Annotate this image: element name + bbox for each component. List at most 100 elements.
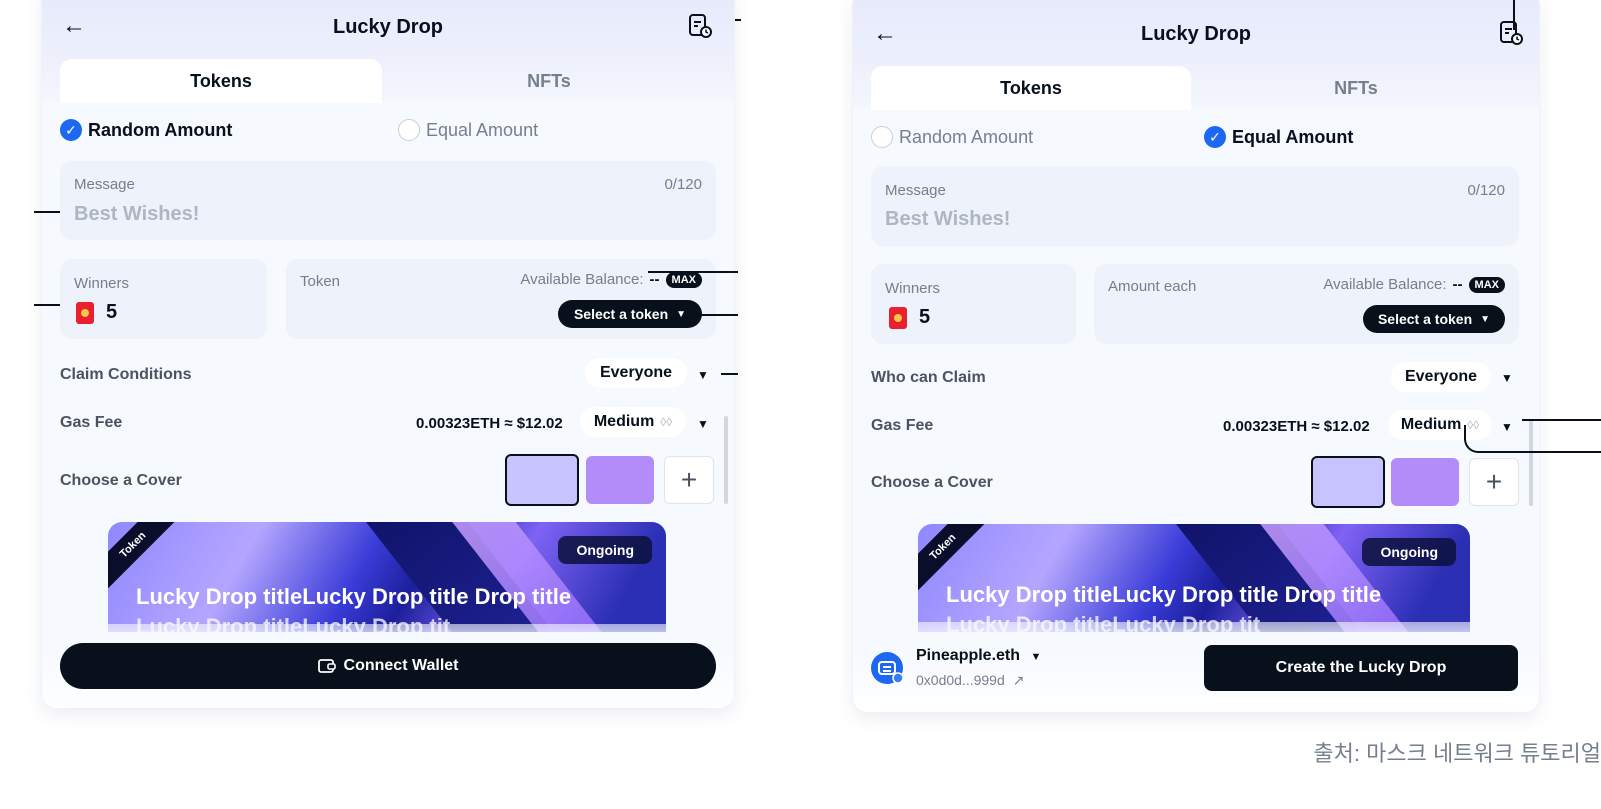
option-label: Random Amount [899, 126, 1034, 147]
cover-option-lavender[interactable] [1311, 456, 1385, 508]
winners-count: 5 [919, 306, 931, 328]
caret-down-icon[interactable]: ▼ [1501, 420, 1513, 434]
cover-option-purple[interactable] [1391, 458, 1459, 506]
annotation-line [1478, 451, 1601, 453]
gas-fee-label: Gas Fee [60, 414, 123, 431]
gas-speed-value: Medium [1400, 416, 1462, 433]
winners-value: 5 [889, 306, 930, 329]
footer-bar: Connect Wallet [42, 624, 734, 708]
select-token-button[interactable]: Select a token ▼ [558, 300, 702, 328]
who-can-claim-select[interactable]: Everyone [1391, 362, 1491, 392]
red-packet-icon [889, 306, 907, 329]
tab-nfts[interactable]: NFTs [1191, 66, 1521, 110]
max-button[interactable]: MAX [665, 271, 702, 288]
message-field[interactable]: Message 0/120 Best Wishes! [60, 161, 716, 240]
winners-field[interactable]: Winners 5 [60, 259, 267, 339]
option-label: Equal Amount [426, 119, 539, 140]
balance-label: Available Balance: [1323, 276, 1447, 293]
amount-each-field[interactable]: Amount each Available Balance: -- MAX Se… [1094, 264, 1519, 344]
scrollbar-thumb[interactable] [724, 416, 728, 504]
footer-bar: Pineapple.eth ▼ 0x0d0d...999d ↗ Create t… [853, 622, 1539, 712]
winners-field[interactable]: Winners 5 [871, 264, 1076, 344]
balance-value: -- [649, 271, 660, 288]
create-lucky-drop-button[interactable]: Create the Lucky Drop [1204, 645, 1518, 691]
account-address-label: 0x0d0d...999d [916, 672, 1005, 688]
message-counter: 0/120 [664, 176, 702, 193]
gas-speed-value: Medium [593, 413, 655, 430]
who-can-claim-label: Who can Claim [871, 369, 986, 386]
gas-fee-value: 0.00323ETH ≈ $12.02 [1223, 418, 1370, 435]
annotation-line [34, 304, 60, 306]
balance-label: Available Balance: [520, 271, 644, 288]
external-link-icon[interactable]: ↗ [1013, 672, 1025, 688]
select-token-label: Select a token [1377, 311, 1473, 327]
gas-fee-label: Gas Fee [871, 417, 934, 434]
amount-each-label: Amount each [1108, 278, 1197, 295]
cover-option-purple[interactable] [586, 456, 654, 504]
select-token-button[interactable]: Select a token ▼ [1363, 305, 1505, 333]
source-caption: 출처: 마스크 네트워크 튜토리얼 [1313, 741, 1601, 766]
annotation-line [1522, 419, 1601, 421]
red-packet-icon [76, 301, 94, 324]
page-title: Lucky Drop [1140, 23, 1252, 45]
message-placeholder: Best Wishes! [74, 203, 200, 225]
radio-circle-icon [871, 126, 893, 148]
page-title: Lucky Drop [332, 16, 444, 38]
winners-value: 5 [76, 301, 117, 324]
winners-label: Winners [74, 275, 130, 292]
select-token-label: Select a token [573, 306, 669, 322]
account-name[interactable]: Pineapple.eth ▼ [916, 647, 1041, 665]
cover-preview-card: Token Ongoing Lucky Drop titleLucky Drop… [918, 524, 1470, 632]
available-balance: Available Balance: -- MAX [520, 271, 702, 288]
option-label: Random Amount [88, 119, 233, 140]
option-random-amount[interactable]: ✓ Random Amount [60, 118, 232, 142]
winners-count: 5 [106, 301, 118, 323]
avatar[interactable] [871, 652, 904, 684]
caret-down-icon[interactable]: ▼ [1501, 371, 1513, 385]
choose-cover-label: Choose a Cover [60, 472, 182, 489]
connect-wallet-button[interactable]: Connect Wallet [60, 643, 716, 689]
claim-conditions-label: Claim Conditions [60, 366, 192, 383]
message-label: Message [74, 176, 135, 193]
account-avatar-icon [878, 661, 904, 684]
history-document-icon[interactable] [1498, 20, 1524, 46]
lucky-drop-panel-right: ← Lucky Drop Tokens NFTs Random Amount ✓… [853, 0, 1539, 712]
token-badge: Token [108, 522, 182, 594]
message-label: Message [885, 182, 946, 199]
annotation-line [721, 373, 738, 375]
annotation-curve [1464, 425, 1484, 453]
claim-conditions-value: Everyone [599, 364, 673, 381]
gas-speed-select[interactable]: Medium ◊◊ [580, 407, 686, 437]
balance-value: -- [1452, 276, 1463, 293]
add-cover-button[interactable]: + [664, 456, 714, 504]
tab-tokens[interactable]: Tokens [871, 66, 1191, 110]
claim-conditions-select[interactable]: Everyone [585, 358, 687, 388]
option-equal-amount[interactable]: ✓ Equal Amount [1204, 125, 1353, 149]
cover-preview-card: Token Ongoing Lucky Drop titleLucky Drop… [108, 522, 666, 632]
account-name-label: Pineapple.eth [916, 647, 1021, 664]
status-badge: Ongoing [1362, 538, 1456, 566]
who-can-claim-value: Everyone [1404, 368, 1478, 385]
stage: ← Lucky Drop Tokens NFTs ✓ Random Amount… [0, 0, 1601, 809]
option-random-amount[interactable]: Random Amount [871, 125, 1033, 149]
available-balance: Available Balance: -- MAX [1323, 276, 1505, 293]
message-placeholder: Best Wishes! [885, 208, 1011, 230]
caret-down-icon: ▼ [1480, 313, 1491, 325]
cover-option-lavender[interactable] [505, 454, 579, 506]
message-field[interactable]: Message 0/120 Best Wishes! [871, 166, 1519, 246]
option-equal-amount[interactable]: Equal Amount [398, 118, 538, 142]
check-circle-icon: ✓ [1204, 126, 1226, 148]
caret-down-icon[interactable]: ▼ [697, 417, 709, 431]
history-document-icon[interactable] [687, 13, 713, 39]
add-cover-button[interactable]: + [1469, 458, 1519, 506]
winners-label: Winners [885, 280, 941, 297]
scrollbar-thumb[interactable] [1529, 420, 1533, 506]
account-address: 0x0d0d...999d ↗ [916, 672, 1024, 689]
tab-nfts[interactable]: NFTs [382, 59, 716, 103]
tab-bar: Tokens NFTs [60, 59, 716, 103]
lucky-drop-panel-left: ← Lucky Drop Tokens NFTs ✓ Random Amount… [42, 0, 734, 708]
tab-tokens[interactable]: Tokens [60, 59, 382, 103]
status-badge: Ongoing [558, 536, 652, 564]
caret-down-icon[interactable]: ▼ [697, 368, 709, 382]
max-button[interactable]: MAX [1468, 276, 1505, 293]
